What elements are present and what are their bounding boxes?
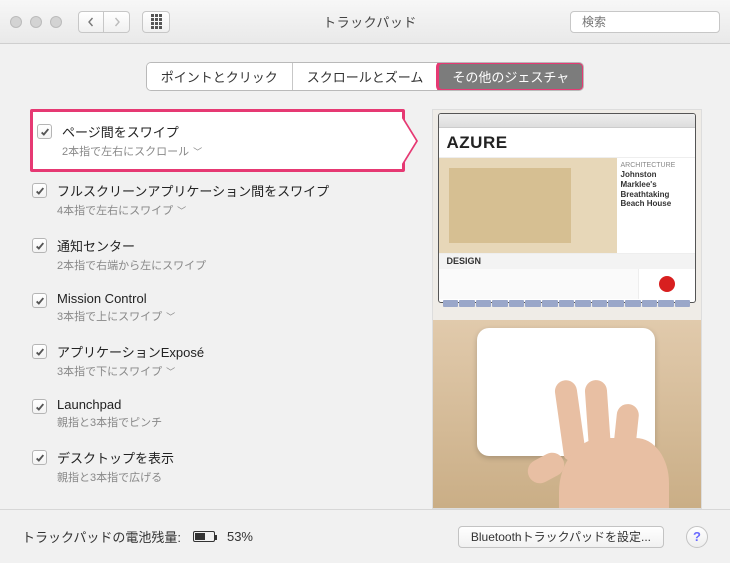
- option-app-expose[interactable]: アプリケーションExposé 3本指で下にスワイプ﹀: [30, 333, 405, 388]
- preview-sidebar-kicker: ARCHITECTURE: [621, 162, 691, 170]
- footer: トラックパッドの電池残量: 53% Bluetoothトラックパッドを設定...…: [0, 509, 730, 563]
- option-subtitle-dropdown[interactable]: 3本指で下にスワイプ﹀: [57, 363, 401, 379]
- preview-sidebar-headline: Johnston Marklee's Breathtaking Beach Ho…: [621, 170, 691, 208]
- tabs-segment: ポイントとクリック スクロールとズーム その他のジェスチャ: [146, 62, 585, 91]
- option-title: Mission Control: [57, 291, 401, 306]
- option-title: Launchpad: [57, 397, 401, 412]
- chevron-down-icon: ﹀: [177, 204, 186, 217]
- option-subtitle-dropdown[interactable]: 4本指で左右にスワイプ﹀: [57, 202, 401, 218]
- traffic-lights: [10, 16, 62, 28]
- option-show-desktop[interactable]: デスクトップを表示 親指と3本指で広げる: [30, 439, 405, 494]
- help-button[interactable]: ?: [686, 526, 708, 548]
- tab-scroll-and-zoom[interactable]: スクロールとズーム: [293, 63, 439, 90]
- option-title: 通知センター: [57, 236, 401, 255]
- chevron-down-icon: ﹀: [193, 145, 202, 158]
- battery-percentage: 53%: [227, 529, 253, 544]
- award-badge-icon: [659, 276, 675, 292]
- setup-bluetooth-trackpad-button[interactable]: Bluetoothトラックパッドを設定...: [458, 526, 664, 548]
- checkbox[interactable]: [32, 293, 47, 308]
- option-subtitle-dropdown[interactable]: 3本指で上にスワイプ﹀: [57, 308, 401, 324]
- back-button[interactable]: [78, 11, 104, 33]
- option-swipe-between-pages[interactable]: ページ間をスワイプ 2本指で左右にスクロール﹀: [30, 109, 405, 172]
- show-all-button[interactable]: [142, 11, 170, 33]
- option-title: フルスクリーンアプリケーション間をスワイプ: [57, 181, 401, 200]
- preview-screen: AZURE ARCHITECTURE Johnston Marklee's Br…: [438, 113, 696, 303]
- tab-point-and-click[interactable]: ポイントとクリック: [147, 63, 293, 90]
- titlebar: トラックパッド: [0, 0, 730, 44]
- window-title: トラックパッド: [178, 12, 562, 31]
- gesture-preview-pane: AZURE ARCHITECTURE Johnston Marklee's Br…: [423, 109, 710, 509]
- checkbox[interactable]: [37, 124, 52, 139]
- chevron-down-icon: ﹀: [166, 365, 175, 378]
- main-content: ページ間をスワイプ 2本指で左右にスクロール﹀ フルスクリーンアプリケーション間…: [0, 105, 730, 509]
- checkbox[interactable]: [32, 183, 47, 198]
- checkbox[interactable]: [32, 399, 47, 414]
- option-notification-center[interactable]: 通知センター 2本指で右端から左にスワイプ: [30, 227, 405, 282]
- option-subtitle: 親指と3本指でピンチ: [57, 414, 401, 430]
- nav-group: [78, 11, 130, 33]
- option-title: ページ間をスワイプ: [62, 122, 392, 141]
- option-launchpad[interactable]: Launchpad 親指と3本指でピンチ: [30, 388, 405, 439]
- option-swipe-fullscreen-apps[interactable]: フルスクリーンアプリケーション間をスワイプ 4本指で左右にスワイプ﹀: [30, 172, 405, 227]
- preview-strip: DESIGN: [439, 253, 695, 269]
- minimize-window-icon[interactable]: [30, 16, 42, 28]
- search-input[interactable]: [582, 15, 730, 29]
- forward-button[interactable]: [104, 11, 130, 33]
- option-subtitle: 2本指で右端から左にスワイプ: [57, 257, 401, 273]
- gesture-preview: AZURE ARCHITECTURE Johnston Marklee's Br…: [432, 109, 702, 509]
- preview-dock: [439, 300, 695, 308]
- checkbox[interactable]: [32, 344, 47, 359]
- preview-site-logo: AZURE: [447, 133, 508, 153]
- option-mission-control[interactable]: Mission Control 3本指で上にスワイプ﹀: [30, 282, 405, 333]
- option-subtitle-dropdown[interactable]: 2本指で左右にスクロール﹀: [62, 143, 392, 159]
- option-title: デスクトップを表示: [57, 448, 401, 467]
- option-subtitle: 親指と3本指で広げる: [57, 469, 401, 485]
- chevron-down-icon: ﹀: [166, 310, 175, 323]
- tab-more-gestures[interactable]: その他のジェスチャ: [438, 63, 583, 90]
- battery-icon: [193, 531, 215, 542]
- checkbox[interactable]: [32, 238, 47, 253]
- options-list: ページ間をスワイプ 2本指で左右にスクロール﹀ フルスクリーンアプリケーション間…: [30, 109, 405, 509]
- option-title: アプリケーションExposé: [57, 342, 401, 361]
- search-field[interactable]: [570, 11, 720, 33]
- battery-label: トラックパッドの電池残量:: [22, 527, 181, 546]
- zoom-window-icon[interactable]: [50, 16, 62, 28]
- preview-hand: [529, 398, 669, 509]
- close-window-icon[interactable]: [10, 16, 22, 28]
- checkbox[interactable]: [32, 450, 47, 465]
- tabs-row: ポイントとクリック スクロールとズーム その他のジェスチャ: [0, 44, 730, 105]
- grid-icon: [151, 14, 162, 29]
